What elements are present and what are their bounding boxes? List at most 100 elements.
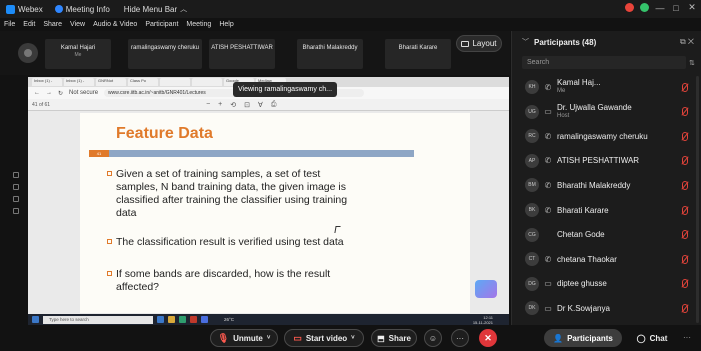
participant-avatar: KH — [525, 80, 539, 94]
tile-name: ATISH PESHATTIWAR — [211, 45, 273, 51]
taskbar-search: Type here to search — [43, 315, 153, 324]
tile-name: Kamal Hajari — [60, 45, 96, 51]
participant-tile[interactable]: ATISH PESHATTIWAR — [209, 39, 275, 69]
panel-more-icon[interactable]: ··· — [683, 333, 691, 342]
meeting-info-button[interactable]: Meeting Info — [54, 4, 110, 14]
menu-view[interactable]: View — [70, 21, 85, 28]
menu-meeting[interactable]: Meeting — [186, 21, 211, 28]
start-video-button[interactable]: ▭ Start video ˅ — [284, 329, 364, 347]
participant-row[interactable]: CG Chetan Gode — [512, 223, 701, 247]
participant-strip: Kamal Hajari Me ramalingaswamy cheruku A… — [0, 31, 510, 75]
forward-icon: → — [46, 90, 52, 96]
participant-tile[interactable]: Kamal Hajari Me — [45, 39, 111, 69]
pdf-tools: − + ⟲ ⊡ ∀ ⎙ — [206, 101, 276, 109]
record-status-icon — [625, 3, 634, 12]
draw-icon: ∀ — [258, 101, 263, 109]
menu-share[interactable]: Share — [43, 21, 62, 28]
participant-row[interactable]: BK ✆ Bharati Karare — [512, 198, 701, 222]
pointer-icon[interactable] — [13, 184, 19, 190]
participant-name-block: ATISH PESHATTIWAR — [557, 156, 639, 165]
participant-row[interactable]: DK ▭ Dr K.Sowjanya — [512, 296, 701, 320]
taskbar-app-icon — [179, 316, 186, 323]
participant-row[interactable]: BM ✆ Bharathi Malakreddy — [512, 173, 701, 197]
participant-avatar: BK — [525, 203, 539, 217]
layout-button[interactable]: Layout — [456, 35, 502, 52]
participant-row[interactable]: RC ✆ ramalingaswamy cheruku — [512, 124, 701, 148]
windows-start-icon — [32, 316, 39, 323]
participant-search-input[interactable]: Search — [522, 56, 686, 69]
participant-row[interactable]: CT ✆ chetana Thaokar — [512, 247, 701, 271]
participants-label: Participants — [567, 333, 613, 343]
menu-edit[interactable]: Edit — [23, 21, 35, 28]
video-off-icon: ▭ — [293, 332, 302, 343]
chevron-down-icon: ˅ — [351, 335, 355, 341]
browser-tab — [192, 78, 222, 86]
mic-muted-icon — [682, 131, 688, 141]
chevron-down-icon: ˅ — [266, 335, 271, 341]
more-icon: ··· — [456, 333, 464, 343]
self-avatar[interactable] — [18, 43, 38, 63]
viewing-banner: Viewing ramalingaswamy ch... — [233, 82, 337, 97]
slide-title: Feature Data — [116, 125, 213, 142]
chat-button[interactable]: ◯ Chat — [630, 329, 674, 347]
slide: Feature Data 41 Given a set of training … — [80, 113, 470, 313]
layout-grid-icon — [461, 40, 470, 47]
zoom-in-icon: + — [218, 100, 223, 108]
meeting-info-label: Meeting Info — [65, 4, 110, 14]
hide-menu-bar-button[interactable]: Hide Menu Bar ︿ — [124, 4, 187, 14]
sort-icon[interactable]: ⇅ — [689, 59, 695, 67]
popout-icon[interactable]: ⧉ ✕ — [680, 37, 694, 47]
participant-row[interactable]: DG ▭ diptee ghusse — [512, 272, 701, 296]
panel-scrollbar[interactable] — [696, 76, 699, 323]
reactions-button[interactable]: ☺ — [424, 329, 442, 347]
bullet-marker-icon — [107, 171, 112, 176]
chat-label: Chat — [649, 333, 668, 343]
participant-tile[interactable]: ramalingaswamy cheruku — [128, 39, 202, 69]
menu-file[interactable]: File — [4, 21, 15, 28]
close-icon: ✕ — [484, 332, 492, 343]
participant-role: Me — [557, 88, 566, 94]
window-controls: — □ ✕ — [625, 2, 697, 13]
chat-icon: ◯ — [636, 333, 646, 343]
zoom-in-icon[interactable] — [13, 196, 19, 202]
annotate-icon[interactable] — [13, 172, 19, 178]
zoom-out-icon: − — [206, 100, 211, 108]
bullet-marker-icon — [107, 239, 112, 244]
participant-avatar: CT — [525, 252, 539, 267]
participant-row[interactable]: AP ✆ ATISH PESHATTIWAR — [512, 149, 701, 173]
participant-tile[interactable]: Bharathi Malakreddy — [297, 39, 363, 69]
taskbar-app-icon — [201, 316, 208, 323]
participant-tile[interactable]: Bharati Karare — [385, 39, 451, 69]
mic-muted-icon — [682, 180, 688, 190]
menu-participant[interactable]: Participant — [145, 21, 178, 28]
participant-row[interactable]: UG ▭ Dr. Ujwalla Gawande Host — [512, 100, 701, 124]
minimize-button[interactable]: — — [655, 3, 665, 13]
bullet-line: If some bands are discarded, how is the … — [116, 268, 331, 280]
participants-button[interactable]: 👤 Participants — [544, 329, 622, 347]
hide-menu-bar-label: Hide Menu Bar — [123, 4, 178, 14]
chevron-down-icon[interactable]: ﹀ — [522, 37, 529, 47]
maximize-button[interactable]: □ — [671, 3, 681, 13]
more-options-button[interactable]: ··· — [451, 329, 469, 347]
tile-name: ramalingaswamy cheruku — [130, 45, 200, 51]
participant-name-block: Bharati Karare — [557, 206, 609, 215]
mic-muted-icon — [682, 205, 688, 215]
participants-icon: 👤 — [553, 333, 564, 343]
bullet-line: The classification result is verified us… — [116, 236, 344, 248]
menu-bar: File Edit Share View Audio & Video Parti… — [0, 18, 701, 31]
zoom-out-icon[interactable] — [13, 208, 19, 214]
unmute-button[interactable]: 🎙 Unmute ˅ — [210, 329, 278, 347]
participant-row[interactable]: KH ✆ Kamal Haj... Me — [512, 75, 701, 99]
leave-meeting-button[interactable]: ✕ — [479, 329, 497, 347]
share-button[interactable]: ⬒ Share — [371, 329, 417, 347]
menu-help[interactable]: Help — [219, 21, 233, 28]
fit-icon: ⊡ — [244, 101, 251, 109]
mic-muted-icon — [682, 279, 688, 289]
phone-icon: ✆ — [544, 180, 552, 190]
slide-title-band — [89, 150, 414, 157]
phone-icon: ✆ — [544, 254, 552, 264]
close-button[interactable]: ✕ — [687, 2, 697, 13]
menu-audio-video[interactable]: Audio & Video — [93, 21, 137, 28]
webex-logo-icon — [6, 4, 15, 14]
back-icon: ← — [34, 90, 40, 96]
